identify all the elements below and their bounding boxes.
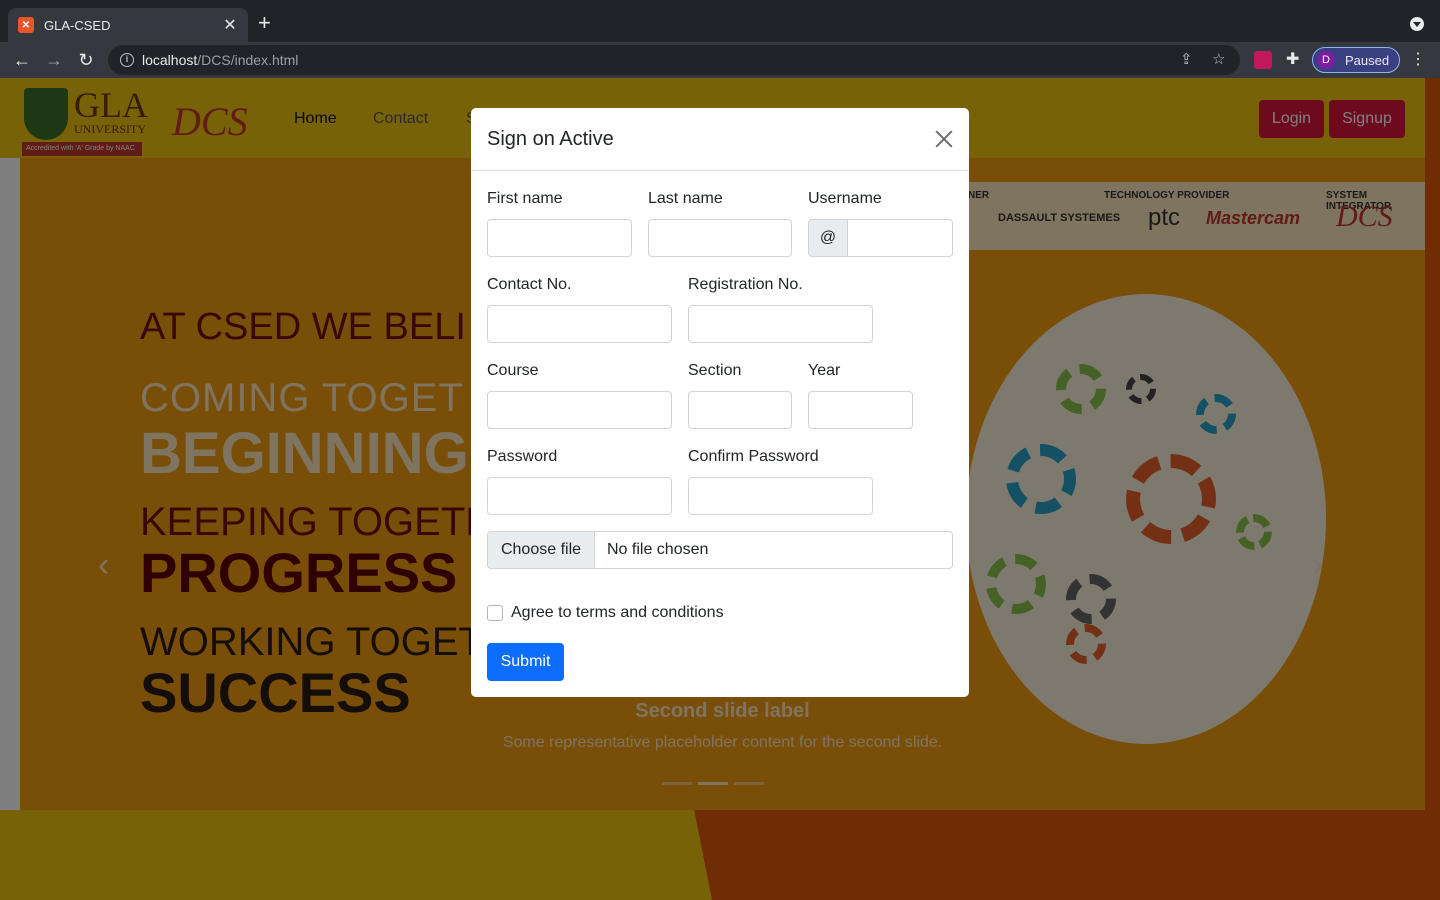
browser-menu-icon[interactable]: ⋮	[1410, 52, 1426, 68]
reload-icon[interactable]: ↻	[74, 48, 98, 72]
modal-title: Sign on Active	[487, 128, 614, 150]
extension-q-icon[interactable]	[1254, 51, 1272, 69]
password-field[interactable]	[487, 477, 672, 515]
password-label: Password	[487, 448, 558, 465]
username-label: Username	[808, 190, 882, 207]
url-text: localhost/DCS/index.html	[142, 52, 298, 68]
file-status: No file chosen	[607, 541, 709, 558]
last-name-label: Last name	[648, 190, 723, 207]
submit-button[interactable]: Submit	[487, 643, 564, 681]
terms-checkbox[interactable]	[487, 605, 503, 621]
first-name-label: First name	[487, 190, 563, 207]
file-input[interactable]: Choose file No file chosen	[487, 531, 953, 569]
share-icon[interactable]: ⇪	[1180, 50, 1193, 68]
signup-modal: Sign on Active First name Last name User…	[471, 108, 969, 697]
back-icon[interactable]: ←	[10, 48, 34, 72]
bookmark-star-icon[interactable]: ☆	[1212, 50, 1225, 68]
xampp-icon: ✕	[18, 17, 34, 33]
new-tab-icon[interactable]: +	[258, 12, 271, 34]
profile-button[interactable]: D Paused	[1312, 47, 1400, 73]
forward-icon[interactable]: →	[42, 48, 66, 72]
year-field[interactable]	[808, 391, 913, 429]
section-field[interactable]	[688, 391, 792, 429]
section-label: Section	[688, 362, 742, 379]
contact-label: Contact No.	[487, 276, 572, 293]
choose-file-button[interactable]: Choose file	[488, 532, 595, 568]
confirm-password-label: Confirm Password	[688, 448, 819, 465]
terms-label[interactable]: Agree to terms and conditions	[511, 604, 724, 622]
browser-tabstrip: ✕ GLA-CSED ✕ +	[0, 0, 1440, 42]
profile-status: Paused	[1345, 52, 1390, 68]
browser-toolbar: ← → ↻ i localhost/DCS/index.html ⇪ ☆ ✚ D…	[0, 42, 1440, 78]
close-tab-icon[interactable]: ✕	[222, 15, 238, 35]
browser-tab[interactable]: ✕ GLA-CSED ✕	[8, 8, 248, 42]
username-prefix: @	[808, 219, 848, 257]
extensions-puzzle-icon[interactable]: ✚	[1286, 49, 1304, 68]
course-field[interactable]	[487, 391, 672, 429]
registration-field[interactable]	[688, 305, 873, 343]
address-bar[interactable]: i localhost/DCS/index.html ⇪ ☆	[108, 45, 1240, 75]
tab-title: GLA-CSED	[44, 17, 111, 33]
first-name-field[interactable]	[487, 219, 632, 257]
avatar: D	[1317, 51, 1335, 69]
modal-header: Sign on Active	[471, 108, 969, 171]
tab-search-icon[interactable]	[1410, 17, 1424, 31]
site-info-icon[interactable]: i	[120, 53, 134, 67]
contact-field[interactable]	[487, 305, 672, 343]
year-label: Year	[808, 362, 841, 379]
url-host: localhost	[142, 52, 198, 68]
registration-label: Registration No.	[688, 276, 803, 293]
url-path: /DCS/index.html	[197, 52, 299, 68]
username-field[interactable]	[847, 219, 953, 257]
course-label: Course	[487, 362, 539, 379]
confirm-password-field[interactable]	[688, 477, 873, 515]
close-icon[interactable]	[933, 128, 955, 150]
last-name-field[interactable]	[648, 219, 792, 257]
